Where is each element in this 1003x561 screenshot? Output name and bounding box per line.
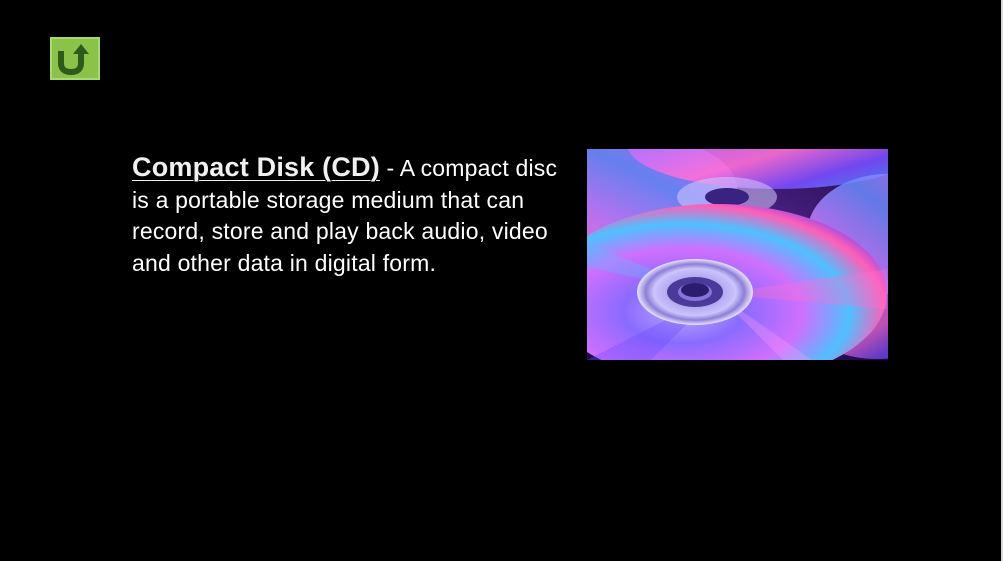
back-button[interactable] xyxy=(50,37,100,80)
compact-discs-photo xyxy=(587,149,888,360)
definition-text: Compact Disk (CD) - A compact disc is a … xyxy=(132,152,572,279)
definition-term: Compact Disk (CD) xyxy=(132,152,380,182)
u-turn-arrow-icon xyxy=(58,44,89,76)
definition-separator: - xyxy=(379,155,400,181)
slide: Compact Disk (CD) - A compact disc is a … xyxy=(0,0,1003,561)
